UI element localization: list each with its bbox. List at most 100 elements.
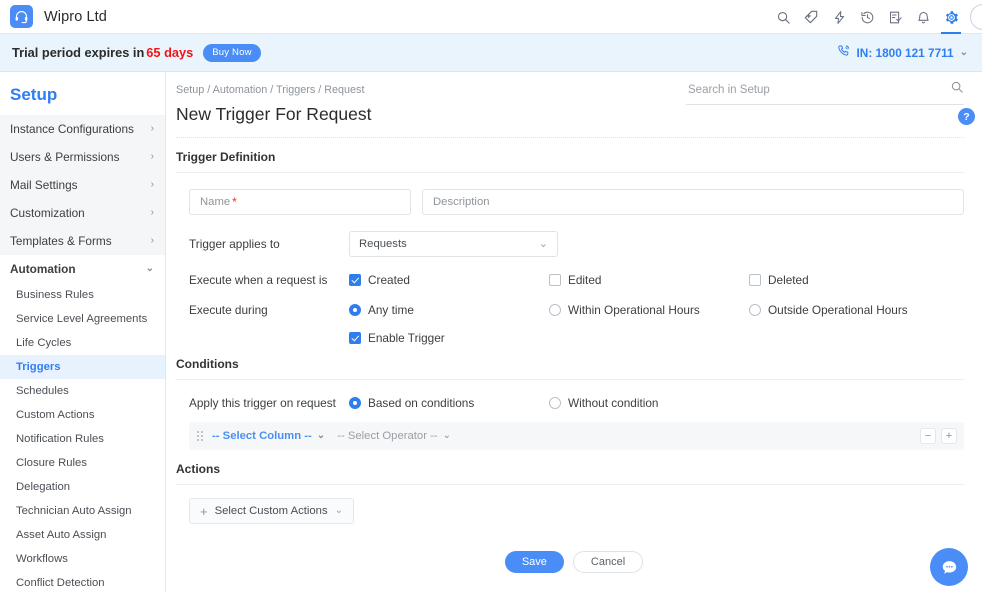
sidebar-item-conflict-detection[interactable]: Conflict Detection xyxy=(0,571,165,592)
sidebar-item-customization[interactable]: Customization › xyxy=(0,199,165,227)
sidebar-item-instance-configurations[interactable]: Instance Configurations › xyxy=(0,115,165,143)
cancel-button[interactable]: Cancel xyxy=(572,551,644,573)
checkbox-created[interactable]: Created xyxy=(349,273,549,287)
headset-icon[interactable] xyxy=(10,5,33,28)
radio-label: Any time xyxy=(368,303,414,317)
search-icon[interactable] xyxy=(770,0,796,34)
select-column-dropdown[interactable]: -- Select Column -- ⌄ xyxy=(212,430,325,442)
quick-actions-bolt-icon[interactable] xyxy=(826,0,852,34)
sidebar-item-closure-rules[interactable]: Closure Rules xyxy=(0,451,165,475)
radio-any-time[interactable]: Any time xyxy=(349,303,549,317)
top-bar-icons xyxy=(770,0,982,34)
trial-days: 65 days xyxy=(146,45,194,60)
form-footer: Save Cancel xyxy=(166,551,982,573)
sidebar-item-label: Closure Rules xyxy=(16,457,87,469)
settings-gear-icon[interactable] xyxy=(938,0,964,34)
radio-outside-operational-hours[interactable]: Outside Operational Hours xyxy=(749,303,908,317)
radio-label: Outside Operational Hours xyxy=(768,303,908,317)
tasks-icon[interactable] xyxy=(882,0,908,34)
notifications-bell-icon[interactable] xyxy=(910,0,936,34)
chat-bubble-icon[interactable] xyxy=(930,548,968,586)
chevron-right-icon: › xyxy=(150,151,154,162)
search-icon[interactable] xyxy=(950,80,964,99)
remove-condition-button[interactable]: − xyxy=(920,428,936,444)
execute-when-row: Execute when a request is Created Edited… xyxy=(176,273,964,287)
buy-now-button[interactable]: Buy Now xyxy=(203,43,261,62)
checkbox-icon[interactable] xyxy=(749,274,761,286)
checkbox-label: Created xyxy=(368,273,410,287)
sidebar-item-automation[interactable]: Automation ⌄ xyxy=(0,255,165,283)
sidebar-item-label: Life Cycles xyxy=(16,337,72,349)
sidebar-item-life-cycles[interactable]: Life Cycles xyxy=(0,331,165,355)
main-header: Setup / Automation / Triggers / Request … xyxy=(166,72,982,138)
recent-history-icon[interactable] xyxy=(854,0,880,34)
sidebar-item-label: Mail Settings xyxy=(10,178,78,192)
sidebar-item-delegation[interactable]: Delegation xyxy=(0,475,165,499)
checkbox-icon[interactable] xyxy=(549,274,561,286)
help-button[interactable]: ? xyxy=(958,108,975,125)
sidebar-item-label: Custom Actions xyxy=(16,409,95,421)
support-phone[interactable]: IN: 1800 121 7711 ⌄ xyxy=(837,44,968,61)
user-avatar[interactable] xyxy=(970,4,982,30)
select-operator-dropdown[interactable]: -- Select Operator -- ⌄ xyxy=(337,430,451,442)
checkbox-label: Edited xyxy=(568,273,602,287)
checkbox-deleted[interactable]: Deleted xyxy=(749,273,809,287)
sidebar-item-asset-auto-assign[interactable]: Asset Auto Assign xyxy=(0,523,165,547)
sidebar-item-service-level-agreements[interactable]: Service Level Agreements xyxy=(0,307,165,331)
sidebar: Setup Instance Configurations › Users & … xyxy=(0,72,166,592)
chevron-right-icon: › xyxy=(150,123,154,134)
trial-prefix: Trial period expires in xyxy=(12,45,145,60)
page-title: New Trigger For Request xyxy=(176,104,964,138)
description-field[interactable]: Description xyxy=(422,189,964,215)
sidebar-item-schedules[interactable]: Schedules xyxy=(0,379,165,403)
sidebar-item-label: Customization xyxy=(10,206,85,220)
add-request-icon[interactable] xyxy=(798,0,824,34)
applies-to-select[interactable]: Requests ⌄ xyxy=(349,231,558,257)
sidebar-item-technician-auto-assign[interactable]: Technician Auto Assign xyxy=(0,499,165,523)
sidebar-item-templates-forms[interactable]: Templates & Forms › xyxy=(0,227,165,255)
applies-to-value: Requests xyxy=(359,238,407,250)
checkbox-label: Deleted xyxy=(768,273,809,287)
radio-icon[interactable] xyxy=(549,304,561,316)
sidebar-item-users-permissions[interactable]: Users & Permissions › xyxy=(0,143,165,171)
checkbox-enable-trigger[interactable]: Enable Trigger xyxy=(349,331,445,345)
save-button[interactable]: Save xyxy=(504,551,564,573)
sidebar-item-label: Asset Auto Assign xyxy=(16,529,107,541)
add-condition-button[interactable]: + xyxy=(941,428,957,444)
required-mark: * xyxy=(232,195,237,209)
actions-section: Actions + Select Custom Actions ⌄ xyxy=(166,450,982,524)
section-title-actions: Actions xyxy=(176,450,964,485)
radio-icon[interactable] xyxy=(349,397,361,409)
sidebar-item-business-rules[interactable]: Business Rules xyxy=(0,283,165,307)
radio-without-condition[interactable]: Without condition xyxy=(549,396,659,410)
checkbox-icon[interactable] xyxy=(349,332,361,344)
sidebar-item-custom-actions[interactable]: Custom Actions xyxy=(0,403,165,427)
name-field[interactable]: Name * xyxy=(189,189,411,215)
chevron-down-icon: ⌄ xyxy=(316,430,326,441)
checkbox-icon[interactable] xyxy=(349,274,361,286)
radio-icon[interactable] xyxy=(549,397,561,409)
applies-to-row: Trigger applies to Requests ⌄ xyxy=(176,231,964,257)
chevron-right-icon: › xyxy=(150,179,154,190)
applies-to-label: Trigger applies to xyxy=(189,237,280,251)
description-placeholder: Description xyxy=(433,196,490,208)
radio-icon[interactable] xyxy=(349,304,361,316)
sidebar-item-label: Workflows xyxy=(16,553,68,565)
execute-when-options: Created Edited Deleted xyxy=(349,273,964,287)
select-custom-actions-button[interactable]: + Select Custom Actions ⌄ xyxy=(189,498,355,524)
setup-search[interactable] xyxy=(686,80,964,105)
sidebar-item-mail-settings[interactable]: Mail Settings › xyxy=(0,171,165,199)
radio-within-operational-hours[interactable]: Within Operational Hours xyxy=(549,303,749,317)
name-description-row: Name * Description xyxy=(176,189,964,215)
section-title-trigger-definition: Trigger Definition xyxy=(176,138,964,173)
radio-based-on-conditions[interactable]: Based on conditions xyxy=(349,396,549,410)
drag-handle-icon[interactable] xyxy=(197,431,203,441)
sidebar-item-triggers[interactable]: Triggers xyxy=(0,355,165,379)
sidebar-item-label: Automation xyxy=(10,262,76,276)
radio-icon[interactable] xyxy=(749,304,761,316)
sidebar-item-workflows[interactable]: Workflows xyxy=(0,547,165,571)
checkbox-edited[interactable]: Edited xyxy=(549,273,749,287)
search-input[interactable] xyxy=(686,82,950,97)
apply-trigger-options: Based on conditions Without condition xyxy=(349,396,964,410)
sidebar-item-notification-rules[interactable]: Notification Rules xyxy=(0,427,165,451)
